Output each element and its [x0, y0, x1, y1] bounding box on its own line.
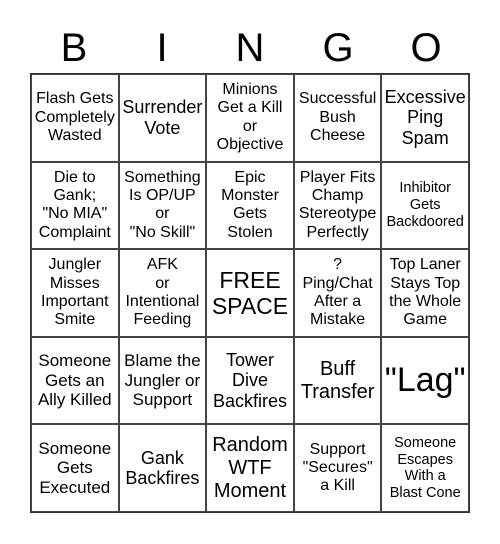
bingo-cell[interactable]: Jungler Misses Important Smite: [31, 249, 119, 337]
bingo-cell[interactable]: Blame the Jungler or Support: [118, 336, 207, 425]
header-letter-o: O: [410, 26, 442, 70]
bingo-cell[interactable]: Inhibitor Gets Backdoored: [381, 161, 469, 250]
header-letter-i: I: [156, 26, 168, 70]
bingo-card-grid: Flash Gets Completely Wasted Surrender V…: [30, 73, 470, 513]
bingo-cell[interactable]: Tower Dive Backfires: [206, 336, 294, 425]
free-space-cell[interactable]: FREE SPACE: [206, 249, 294, 337]
bingo-cell[interactable]: Gank Backfires: [118, 424, 207, 512]
bingo-cell[interactable]: Someone Escapes With a Blast Cone: [381, 424, 469, 512]
bingo-cell[interactable]: Epic Monster Gets Stolen: [206, 161, 294, 250]
bingo-header: B I N G O: [30, 22, 470, 74]
bingo-cell[interactable]: Successful Bush Cheese: [293, 74, 382, 162]
bingo-cell[interactable]: Minions Get a Kill or Objective: [206, 74, 294, 162]
bingo-cell[interactable]: Surrender Vote: [118, 74, 207, 162]
bingo-cell[interactable]: Buff Transfer: [293, 336, 382, 425]
header-letter-g: G: [322, 26, 354, 70]
bingo-cell[interactable]: Player Fits Champ Stereotype Perfectly: [293, 161, 382, 250]
bingo-cell[interactable]: Random WTF Moment: [206, 424, 294, 512]
bingo-cell[interactable]: Something Is OP/UP or "No Skill": [118, 161, 207, 250]
bingo-cell[interactable]: Excessive Ping Spam: [381, 74, 469, 162]
bingo-cell[interactable]: Die to Gank; "No MIA" Complaint: [31, 161, 119, 250]
bingo-cell[interactable]: Support "Secures" a Kill: [293, 424, 382, 512]
header-letter-n: N: [235, 26, 265, 70]
bingo-cell[interactable]: "Lag": [381, 336, 469, 425]
bingo-cell[interactable]: Flash Gets Completely Wasted: [31, 74, 119, 162]
header-letter-b: B: [60, 26, 88, 70]
bingo-cell[interactable]: AFK or Intentional Feeding: [118, 249, 207, 337]
bingo-cell[interactable]: Top Laner Stays Top the Whole Game: [381, 249, 469, 337]
bingo-cell[interactable]: Someone Gets an Ally Killed: [31, 336, 119, 425]
bingo-cell[interactable]: ? Ping/Chat After a Mistake: [293, 249, 382, 337]
bingo-cell[interactable]: Someone Gets Executed: [31, 424, 119, 512]
